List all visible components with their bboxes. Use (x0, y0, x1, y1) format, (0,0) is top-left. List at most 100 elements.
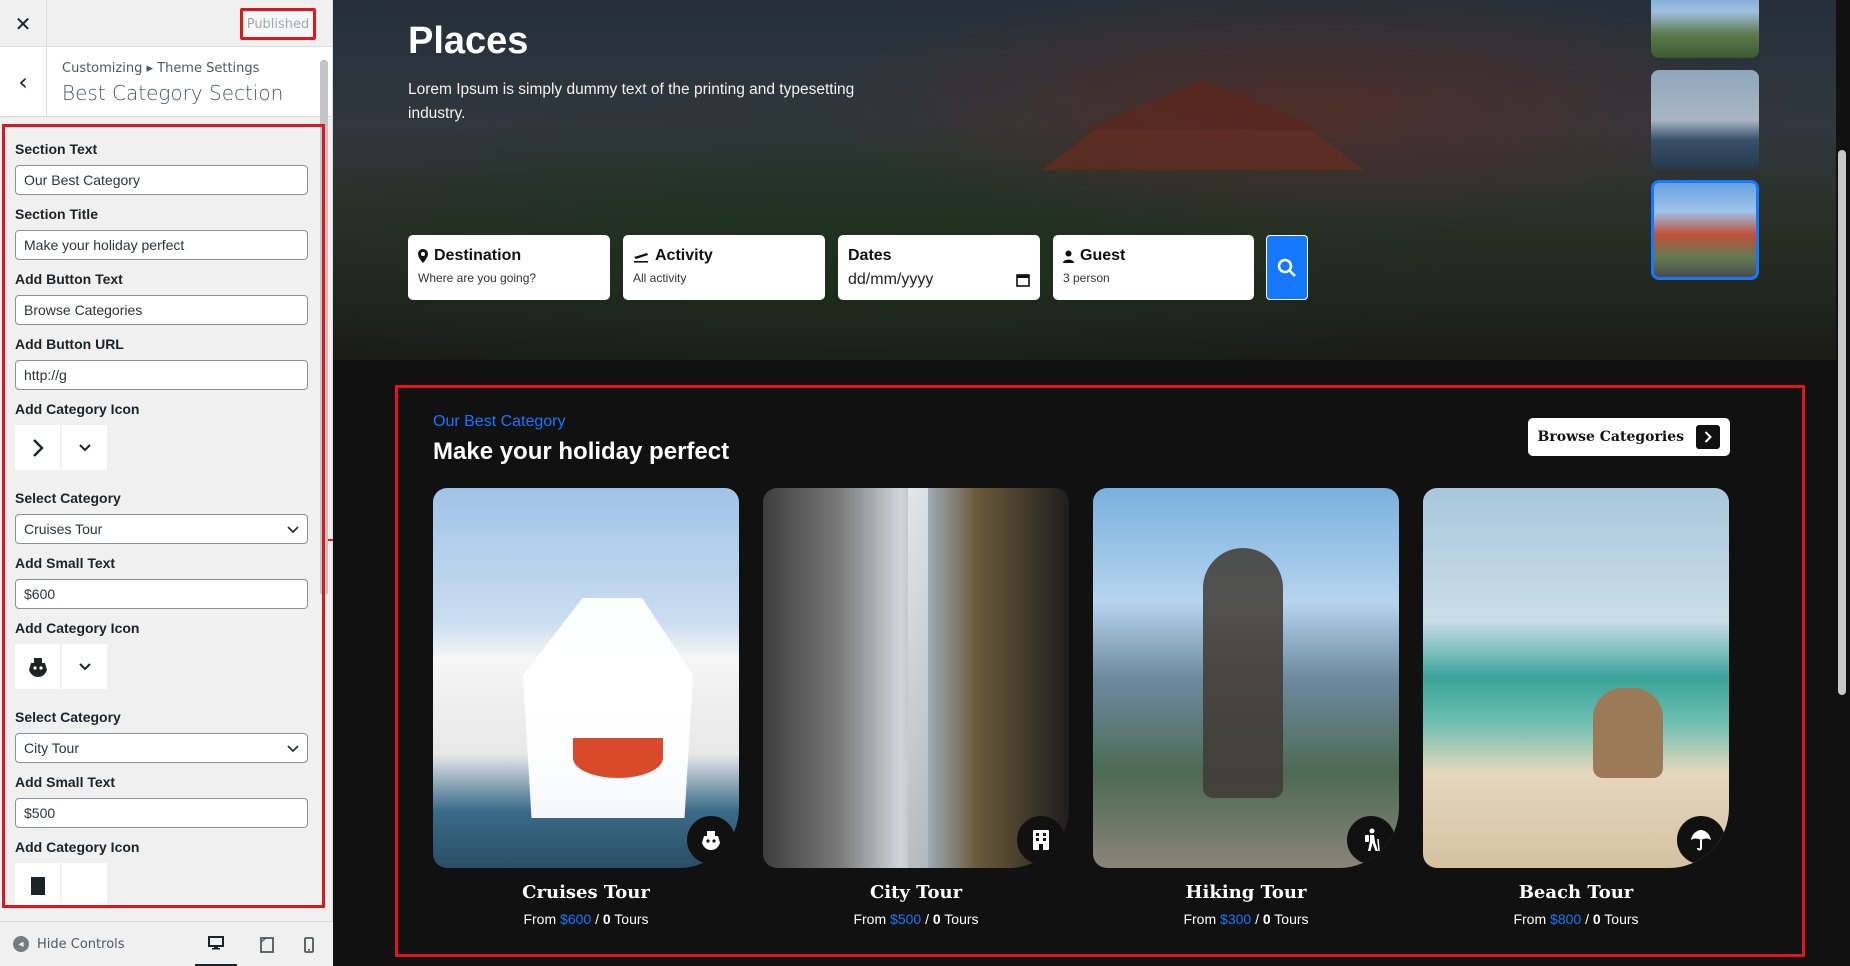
category-card[interactable]: Cruises Tour From $600 / 0 Tours (433, 488, 739, 927)
hero-thumbnail-active[interactable] (1651, 180, 1759, 280)
section-title: Best Category Section (62, 81, 284, 105)
card-separator: / (1585, 911, 1589, 927)
hero-thumbnail[interactable] (1651, 70, 1759, 170)
dates-input[interactable]: dd/mm/yyyy (848, 271, 1030, 289)
close-icon[interactable]: ✕ (0, 0, 47, 47)
ship-shape (523, 598, 693, 818)
select-category-dropdown[interactable]: City Tour (15, 733, 308, 763)
section-header: ‹ Customizing ▸ Theme Settings Best Cate… (0, 47, 332, 117)
hide-controls-label: Hide Controls (37, 936, 125, 952)
guest-label: Guest (1080, 247, 1126, 264)
dates-label: Dates (848, 247, 892, 264)
chevron-down-icon[interactable] (62, 425, 107, 470)
chevron-down-icon[interactable] (62, 644, 107, 689)
calendar-icon[interactable] (1016, 273, 1030, 287)
browse-categories-label: Browse Categories (1537, 429, 1684, 445)
desktop-icon[interactable] (195, 922, 237, 966)
select-category-value: Cruises Tour (24, 521, 103, 537)
guest-label-wrap: Guest (1063, 247, 1244, 265)
card-separator: / (925, 911, 929, 927)
search-icon (1277, 258, 1296, 277)
card-tour-count: 0 (932, 911, 941, 927)
customizer-footer: ◂ Hide Controls (0, 921, 333, 966)
card-tours-label: Tours (1274, 911, 1309, 927)
chevron-right-icon (1696, 425, 1720, 449)
small-text-label: Add Small Text (15, 774, 116, 790)
select-category-value: City Tour (24, 740, 79, 756)
card-subtitle: From $300 / 0 Tours (1093, 911, 1399, 927)
destination-field[interactable]: Destination Where are you going? (408, 235, 610, 300)
mobile-icon[interactable] (297, 922, 321, 966)
select-category-label: Select Category (15, 709, 121, 725)
destination-label: Destination (434, 247, 522, 264)
section-title-label: Section Title (15, 206, 98, 222)
card-subtitle: From $500 / 0 Tours (763, 911, 1069, 927)
small-text-label: Add Small Text (15, 555, 116, 571)
card-title[interactable]: Cruises Tour (433, 882, 739, 903)
building-icon[interactable] (15, 863, 60, 905)
search-button[interactable] (1266, 235, 1308, 300)
card-tour-count: 0 (602, 911, 611, 927)
card-tour-count: 0 (1592, 911, 1601, 927)
chevron-right-icon[interactable] (15, 425, 60, 470)
hiker-shape (1203, 548, 1283, 798)
back-icon[interactable]: ‹ (0, 47, 47, 117)
button-url-input[interactable]: http://g (15, 360, 308, 390)
customizer-sidebar: ✕ Published ‹ Customizing ▸ Theme Settin… (0, 0, 333, 966)
card-tours-label: Tours (614, 911, 649, 927)
category-icon-picker (15, 425, 311, 470)
browse-categories-button[interactable]: Browse Categories (1527, 418, 1730, 456)
ship-icon[interactable] (15, 644, 60, 689)
customizer-top-bar: ✕ Published (0, 0, 332, 47)
card-title[interactable]: City Tour (763, 882, 1069, 903)
location-pin-icon (418, 249, 428, 263)
hide-controls-button[interactable]: ◂ Hide Controls (13, 936, 125, 952)
chevron-down-icon (287, 740, 299, 756)
category-card[interactable]: Hiking Tour From $300 / 0 Tours (1093, 488, 1399, 927)
card-tour-count: 0 (1262, 911, 1271, 927)
section-text-input[interactable]: Our Best Category (15, 165, 308, 195)
card-title[interactable]: Beach Tour (1423, 882, 1729, 903)
activity-label: Activity (655, 247, 713, 264)
beach-image (1423, 488, 1729, 868)
hero-thumbnail[interactable] (1651, 0, 1759, 58)
card-from: From (523, 911, 557, 927)
tablet-icon[interactable] (255, 922, 279, 966)
category-icon-picker (15, 644, 311, 689)
guest-field[interactable]: Guest 3 person (1053, 235, 1254, 300)
city-image (763, 488, 1069, 868)
category-card[interactable]: Beach Tour From $800 / 0 Tours (1423, 488, 1729, 927)
card-price: $500 (890, 911, 922, 927)
button-text-label: Add Button Text (15, 271, 123, 287)
chevron-down-icon[interactable] (62, 863, 107, 905)
category-card[interactable]: City Tour From $500 / 0 Tours (763, 488, 1069, 927)
destination-placeholder: Where are you going? (418, 271, 537, 285)
card-title[interactable]: Hiking Tour (1093, 882, 1399, 903)
destination-label-wrap: Destination (418, 247, 600, 265)
select-category-dropdown[interactable]: Cruises Tour (15, 514, 308, 544)
button-url-label: Add Button URL (15, 336, 124, 352)
card-separator: / (1255, 911, 1259, 927)
category-title: Make your holiday perfect (433, 438, 730, 465)
preview-scrollbar[interactable] (1838, 150, 1846, 695)
chevron-down-icon (287, 521, 299, 537)
activity-field[interactable]: Activity All activity (623, 235, 825, 300)
ship-lips (573, 738, 663, 778)
section-title-input[interactable]: Make your holiday perfect (15, 230, 308, 260)
device-switcher (195, 922, 321, 966)
dates-field[interactable]: Dates dd/mm/yyyy (838, 235, 1040, 300)
small-text-input[interactable]: $600 (15, 579, 308, 609)
cruise-image (433, 488, 739, 868)
card-tours-label: Tours (944, 911, 979, 927)
breadcrumb: Customizing ▸ Theme Settings (62, 61, 260, 76)
plane-icon (634, 252, 648, 263)
hero-subtitle: Lorem Ipsum is simply dummy text of the … (408, 81, 855, 122)
category-icon-picker (15, 863, 311, 905)
card-price: $600 (560, 911, 592, 927)
small-text-input[interactable]: $500 (15, 798, 308, 828)
category-icon-label: Add Category Icon (15, 839, 140, 855)
button-text-input[interactable]: Browse Categories (15, 295, 308, 325)
published-button[interactable]: Published (240, 8, 316, 40)
hiking-icon (1347, 816, 1395, 864)
card-from: From (853, 911, 887, 927)
